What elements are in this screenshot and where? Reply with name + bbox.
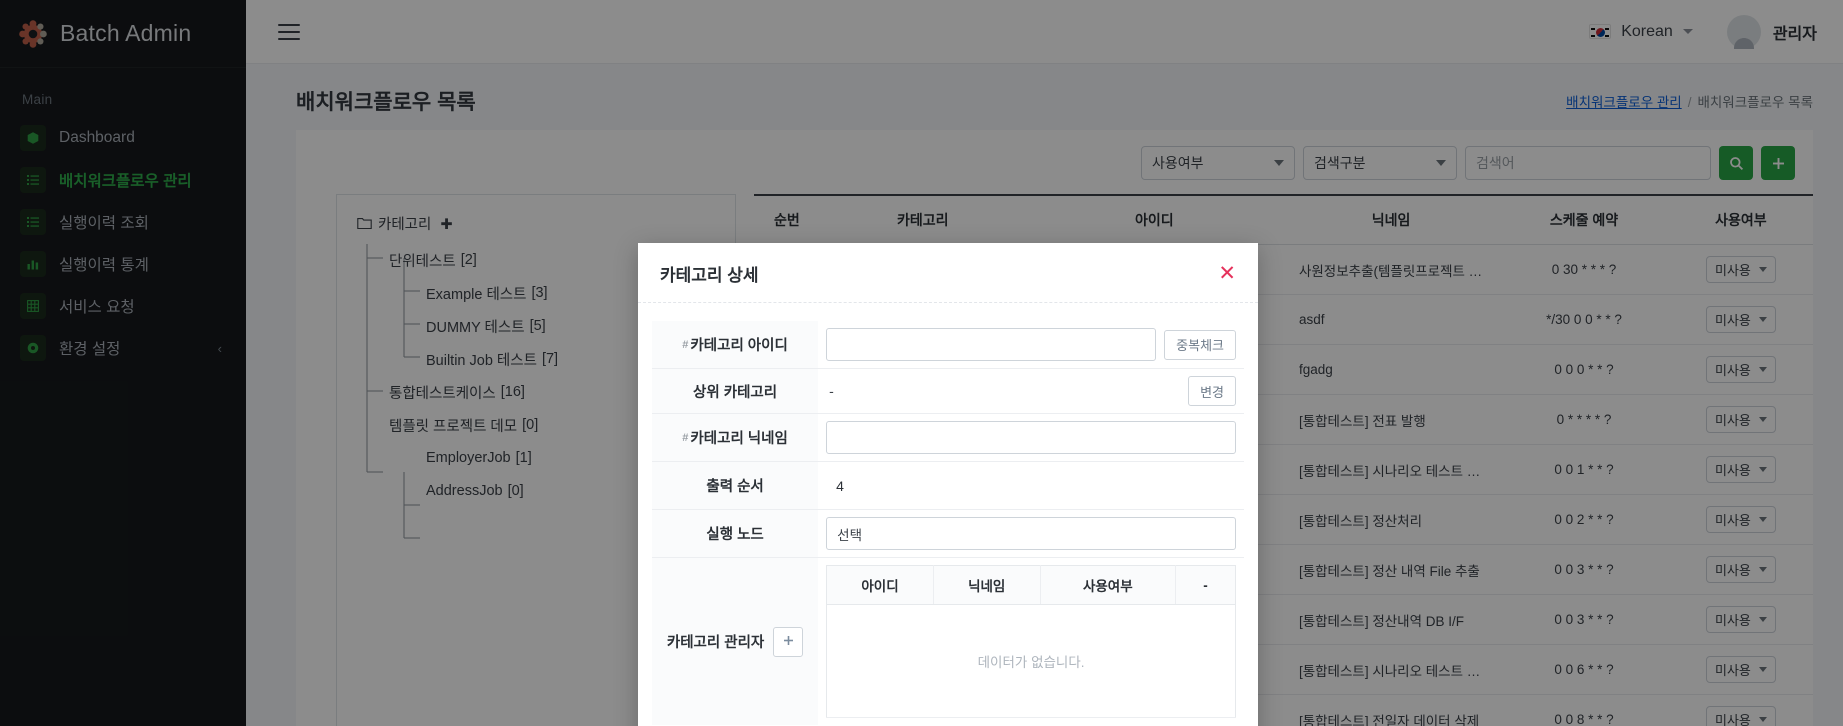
change-parent-button[interactable]: 변경 [1188, 376, 1236, 406]
form-row-node: 실행 노드 선택 [652, 509, 1244, 558]
plus-icon [783, 634, 794, 650]
manager-table-empty-text: 데이터가 없습니다. [977, 655, 1085, 670]
modal-body: # 카테고리 아이디 중복체크 상위 카테고리 - 변경 # 카테고리 닉네임 … [638, 303, 1258, 726]
duplicate-check-button[interactable]: 중복체크 [1164, 329, 1236, 360]
manager-column-use: 사용여부 [1040, 565, 1177, 605]
form-row-managers: 카테고리 관리자 아이디 닉네임 사용여부 - 데이터가 없습니다. [652, 557, 1244, 725]
app-root: Batch Admin Main Dashboard 배치워크플로우 관리 실행… [0, 0, 1843, 726]
form-row-category-id: # 카테고리 아이디 중복체크 [652, 321, 1244, 369]
label-output-order: 출력 순서 [652, 461, 819, 510]
label-text: 카테고리 닉네임 [690, 431, 788, 447]
label-text: 출력 순서 [706, 479, 764, 495]
required-marker-icon: # [682, 432, 689, 444]
modal-title: 카테고리 상세 [660, 266, 759, 285]
label-text: 상위 카테고리 [693, 384, 778, 401]
manager-column-action: - [1175, 565, 1236, 605]
label-text: 실행 노드 [706, 527, 764, 543]
manager-column-nickname: 닉네임 [933, 565, 1041, 605]
label-category-id: # 카테고리 아이디 [652, 321, 819, 369]
manager-table: 아이디 닉네임 사용여부 - 데이터가 없습니다. [826, 565, 1236, 718]
execution-node-select[interactable]: 선택 [826, 517, 1236, 550]
label-text: 카테고리 아이디 [690, 338, 788, 354]
category-form: # 카테고리 아이디 중복체크 상위 카테고리 - 변경 # 카테고리 닉네임 … [652, 321, 1244, 725]
label-text: 카테고리 관리자 [666, 635, 765, 651]
form-row-parent-category: 상위 카테고리 - 변경 [652, 368, 1244, 414]
manager-column-id: 아이디 [826, 565, 934, 605]
label-category-manager: 카테고리 관리자 [652, 557, 819, 725]
close-icon[interactable]: ✕ [1218, 263, 1236, 284]
modal-header: 카테고리 상세 ✕ [638, 243, 1258, 303]
form-row-nickname: # 카테고리 닉네임 [652, 413, 1244, 462]
parent-category-value: - [829, 383, 834, 399]
label-category-nickname: # 카테고리 닉네임 [652, 413, 819, 462]
output-order-input[interactable] [826, 469, 1236, 502]
required-marker-icon: # [682, 339, 689, 351]
label-parent-category: 상위 카테고리 [652, 368, 819, 414]
category-detail-modal: 카테고리 상세 ✕ # 카테고리 아이디 중복체크 상위 카테고리 - 변경 #… [638, 243, 1258, 726]
add-manager-button[interactable] [773, 626, 804, 657]
category-nickname-input[interactable] [826, 421, 1236, 454]
execution-node-value: 선택 [837, 527, 862, 543]
label-execution-node: 실행 노드 [652, 509, 819, 558]
form-row-order: 출력 순서 [652, 461, 1244, 510]
category-id-input[interactable] [826, 328, 1157, 361]
manager-table-empty-row: 데이터가 없습니다. [826, 605, 1236, 718]
manager-table-header-row: 아이디 닉네임 사용여부 - [826, 565, 1236, 605]
